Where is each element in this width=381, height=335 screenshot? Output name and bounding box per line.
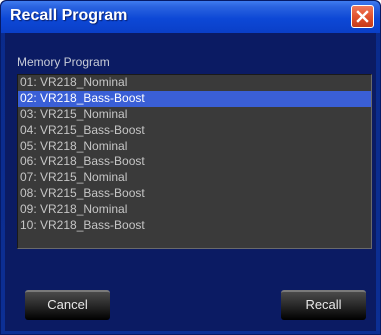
list-item[interactable]: 07: VR215_Nominal (18, 170, 371, 186)
list-item[interactable]: 09: VR218_Nominal (18, 202, 371, 218)
close-button[interactable] (351, 5, 374, 28)
recall-button[interactable]: Recall (281, 290, 366, 320)
cancel-button[interactable]: Cancel (25, 290, 110, 320)
list-item[interactable]: 08: VR215_Bass-Boost (18, 186, 371, 202)
list-item[interactable]: 05: VR218_Nominal (18, 139, 371, 155)
list-item[interactable]: 01: VR218_Nominal (18, 75, 371, 91)
list-item[interactable]: 03: VR215_Nominal (18, 107, 371, 123)
title-bar[interactable]: Recall Program (1, 1, 380, 33)
list-item[interactable]: 04: VR215_Bass-Boost (18, 123, 371, 139)
memory-program-label: Memory Program (17, 55, 110, 69)
list-item[interactable]: 06: VR218_Bass-Boost (18, 154, 371, 170)
list-item[interactable]: 02: VR218_Bass-Boost (18, 90, 371, 107)
list-item[interactable]: 10: VR218_Bass-Boost (18, 218, 371, 234)
memory-program-list[interactable]: 01: VR218_Nominal 02: VR218_Bass-Boost 03:… (17, 74, 372, 249)
window-title: Recall Program (10, 7, 128, 24)
close-icon (356, 10, 369, 23)
